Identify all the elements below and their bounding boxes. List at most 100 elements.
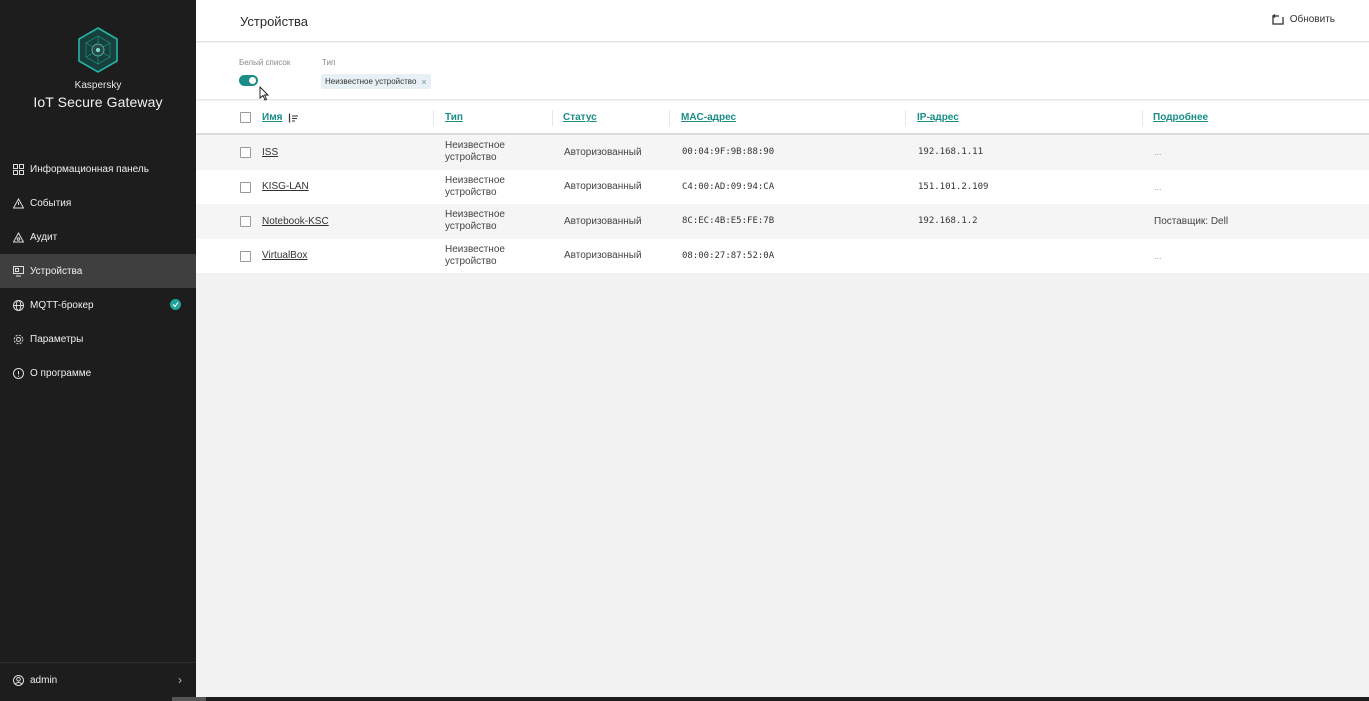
- select-all-checkbox[interactable]: [240, 112, 251, 123]
- column-divider: [433, 110, 434, 126]
- chip-remove-icon[interactable]: ×: [421, 77, 426, 87]
- device-type-line: устройство: [445, 255, 497, 267]
- device-type: Неизвестное устройство: [445, 170, 535, 205]
- device-type-line: устройство: [445, 152, 497, 164]
- whitelist-label: Белый список: [239, 58, 291, 67]
- page-header: Устройства Обновить: [196, 0, 1369, 42]
- scrollbar-thumb[interactable]: [172, 697, 206, 701]
- mouse-cursor-icon: [259, 86, 269, 101]
- row-checkbox[interactable]: [240, 250, 251, 262]
- device-ip: 151.101.2.109: [918, 181, 989, 192]
- column-header-ip[interactable]: IP-адрес: [917, 112, 959, 123]
- device-details: Поставщик: Dell: [1154, 215, 1229, 227]
- sidebar-item-audit[interactable]: Аудит: [0, 220, 196, 254]
- column-divider: [905, 110, 906, 126]
- sidebar-item-devices[interactable]: Устройства: [0, 254, 196, 288]
- table-header: Имя Тип Статус MAC-адрес IP-адрес Подроб…: [196, 101, 1369, 135]
- device-ip: 192.168.1.11: [918, 147, 984, 158]
- device-type-line: устройство: [445, 221, 497, 233]
- logo: Kaspersky IoT Secure Gateway: [0, 26, 196, 110]
- column-divider: [669, 110, 670, 126]
- main-content: Устройства Обновить Белый список Тип Неи…: [196, 0, 1369, 697]
- user-name: admin: [30, 675, 58, 686]
- toggle-knob: [249, 77, 256, 84]
- user-menu[interactable]: admin ›: [0, 664, 196, 697]
- device-type: Неизвестное устройство: [445, 239, 535, 274]
- column-header-status[interactable]: Статус: [563, 112, 597, 123]
- device-type-line: Неизвестное: [445, 243, 505, 255]
- device-details: ...: [1154, 181, 1162, 192]
- sidebar-item-dashboard[interactable]: Информационная панель: [0, 152, 196, 186]
- sidebar-item-mqtt-broker[interactable]: MQTT-брокер: [0, 288, 196, 322]
- table-row[interactable]: Notebook-KSC Неизвестное устройство Автор…: [196, 204, 1369, 239]
- device-name-link[interactable]: ISS: [262, 135, 278, 170]
- device-status: Авторизованный: [564, 146, 642, 158]
- device-type-line: Неизвестное: [445, 209, 505, 221]
- brand-product-name: IoT Secure Gateway: [33, 94, 163, 110]
- column-header-name[interactable]: Имя: [262, 112, 282, 123]
- type-filter-chip-label: Неизвестное устройство: [325, 77, 417, 86]
- sidebar-item-about[interactable]: О программе: [0, 356, 196, 390]
- column-header-details[interactable]: Подробнее: [1153, 112, 1208, 123]
- sidebar-item-label: События: [30, 197, 72, 209]
- device-type-line: устройство: [445, 186, 497, 198]
- filter-bar: Белый список Тип Неизвестное устройство …: [196, 43, 1369, 101]
- refresh-button[interactable]: Обновить: [1271, 14, 1335, 25]
- sidebar: Kaspersky IoT Secure Gateway Информацион…: [0, 0, 196, 697]
- device-status: Авторизованный: [564, 181, 642, 193]
- table-row[interactable]: KISG-LAN Неизвестное устройство Авторизов…: [196, 169, 1369, 205]
- sidebar-item-label: О программе: [30, 367, 92, 379]
- sidebar-divider: [0, 662, 196, 663]
- sidebar-item-label: Параметры: [30, 333, 84, 345]
- refresh-label: Обновить: [1289, 14, 1335, 25]
- chevron-right-icon[interactable]: ›: [178, 673, 182, 687]
- audit-icon: [12, 231, 24, 243]
- check-icon: [170, 299, 181, 310]
- device-mac: 08:00:27:87:52:0A: [682, 250, 775, 261]
- device-status: Авторизованный: [564, 215, 642, 227]
- device-type: Неизвестное устройство: [445, 204, 535, 239]
- column-divider: [552, 110, 553, 126]
- device-name-link[interactable]: VirtualBox: [262, 239, 307, 274]
- sidebar-item-settings[interactable]: Параметры: [0, 322, 196, 356]
- info-icon: [12, 367, 24, 379]
- sidebar-item-label: Аудит: [30, 231, 58, 243]
- device-type-line: Неизвестное: [445, 140, 505, 152]
- row-checkbox[interactable]: [240, 216, 251, 227]
- user-avatar-icon: [12, 675, 24, 687]
- page-title: Устройства: [240, 14, 309, 29]
- device-type-line: Неизвестное: [445, 174, 505, 186]
- sidebar-item-events[interactable]: События: [0, 186, 196, 220]
- device-mac: 8C:EC:4B:E5:FE:7B: [682, 216, 775, 227]
- globe-icon: [12, 299, 24, 311]
- sidebar-item-label: MQTT-брокер: [30, 299, 94, 311]
- type-filter-label: Тип: [322, 58, 336, 67]
- whitelist-toggle[interactable]: [239, 75, 258, 86]
- sidebar-nav: Информационная панель События Аудит Устр…: [0, 152, 196, 390]
- device-type: Неизвестное устройство: [445, 135, 535, 170]
- sidebar-item-label: Устройства: [30, 265, 83, 277]
- row-checkbox[interactable]: [240, 181, 251, 193]
- table-row[interactable]: VirtualBox Неизвестное устройство Авториз…: [196, 238, 1369, 274]
- devices-icon: [12, 265, 24, 277]
- column-divider: [1142, 110, 1143, 126]
- device-ip: 192.168.1.2: [918, 216, 978, 227]
- table-row[interactable]: ISS Неизвестное устройство Авторизованный…: [196, 135, 1369, 170]
- device-name-link[interactable]: KISG-LAN: [262, 170, 309, 205]
- kaspersky-logo-icon: [78, 27, 118, 73]
- gear-icon: [12, 333, 24, 345]
- device-details: ...: [1154, 147, 1162, 158]
- column-header-type[interactable]: Тип: [445, 112, 463, 123]
- row-checkbox[interactable]: [240, 147, 251, 158]
- column-header-mac[interactable]: MAC-адрес: [681, 112, 736, 123]
- sidebar-item-label: Информационная панель: [30, 163, 149, 175]
- device-mac: C4:00:AD:09:94:CA: [682, 181, 775, 192]
- warning-triangle-icon: [12, 197, 24, 209]
- brand-company: Kaspersky: [74, 80, 122, 91]
- type-filter-chip: Неизвестное устройство ×: [321, 74, 431, 89]
- device-name-link[interactable]: Notebook-KSC: [262, 204, 329, 239]
- device-mac: 00:04:9F:9B:88:90: [682, 147, 775, 158]
- sort-icon[interactable]: [288, 113, 299, 123]
- device-status: Авторизованный: [564, 250, 642, 262]
- refresh-icon: [1271, 14, 1284, 25]
